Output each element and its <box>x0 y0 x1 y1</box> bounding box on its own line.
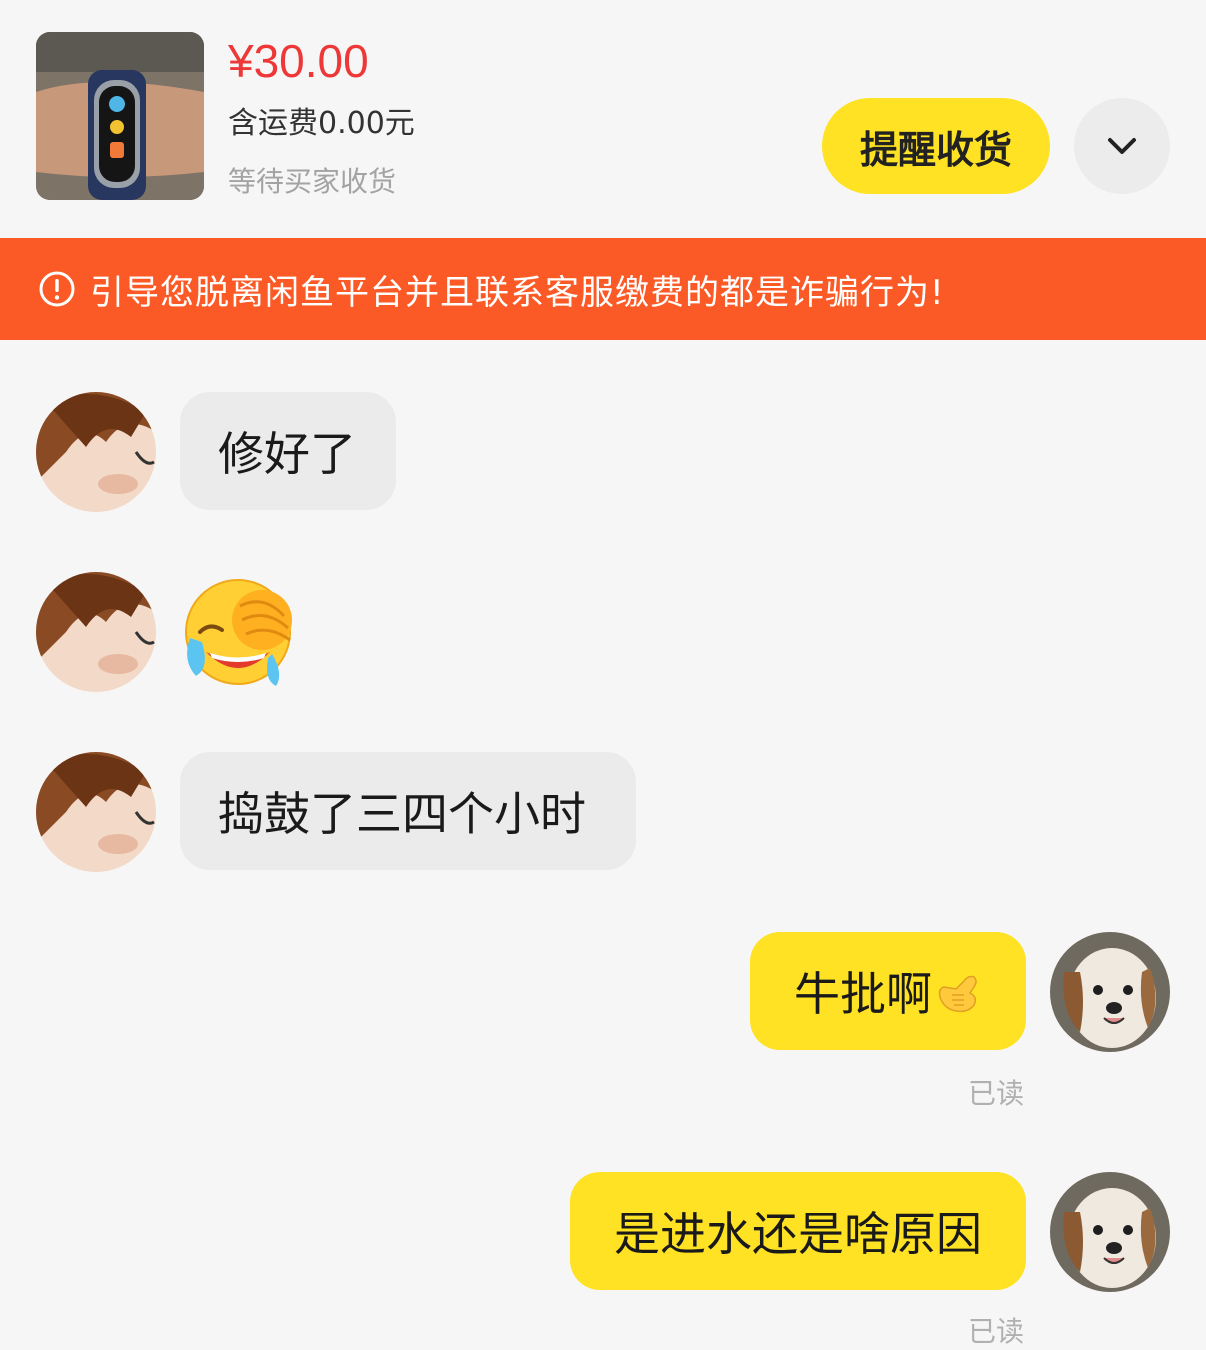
call-me-hand-icon <box>938 975 977 1013</box>
product-thumbnail[interactable] <box>36 32 204 200</box>
message-bubble[interactable]: 修好了 <box>180 392 396 510</box>
message-bubble-outgoing[interactable]: 是进水还是啥原因 <box>570 1172 1026 1290</box>
other-user-avatar[interactable] <box>36 572 156 692</box>
other-user-avatar[interactable] <box>36 752 156 872</box>
order-card[interactable]: ¥30.00 含运费0.00元 等待买家收货 提醒收货 <box>0 0 1206 236</box>
expand-button[interactable] <box>1074 98 1170 194</box>
smart-band-image <box>36 32 204 200</box>
laughing-crying-emoji-icon <box>185 579 292 686</box>
my-avatar[interactable] <box>1050 932 1170 1052</box>
order-status: 等待买家收货 <box>228 165 397 198</box>
message-text: 捣鼓了三四个小时 <box>218 787 586 841</box>
other-user-avatar[interactable] <box>36 392 156 512</box>
message-text: 牛批啊 <box>794 967 932 1021</box>
chevron-down-icon <box>1108 138 1136 154</box>
message-text: 是进水还是啥原因 <box>614 1207 982 1261</box>
message-text: 修好了 <box>218 427 356 481</box>
message-bubble-outgoing[interactable]: 牛批啊 <box>750 932 1026 1050</box>
shipping-fee: 含运费0.00元 <box>228 106 415 141</box>
read-status: 已读 <box>968 1315 1025 1348</box>
warning-text: 引导您脱离闲鱼平台并且联系客服缴费的都是诈骗行为! <box>90 272 945 313</box>
read-status: 已读 <box>968 1077 1025 1110</box>
fraud-warning-banner: 引导您脱离闲鱼平台并且联系客服缴费的都是诈骗行为! <box>0 238 1206 340</box>
message-bubble[interactable]: 捣鼓了三四个小时 <box>180 752 636 870</box>
laughing-crying-emoji-message[interactable] <box>180 576 298 688</box>
remind-receipt-button[interactable]: 提醒收货 <box>822 98 1050 194</box>
alert-circle-icon <box>38 270 76 308</box>
order-price: ¥30.00 <box>228 35 369 87</box>
my-avatar[interactable] <box>1050 1172 1170 1292</box>
